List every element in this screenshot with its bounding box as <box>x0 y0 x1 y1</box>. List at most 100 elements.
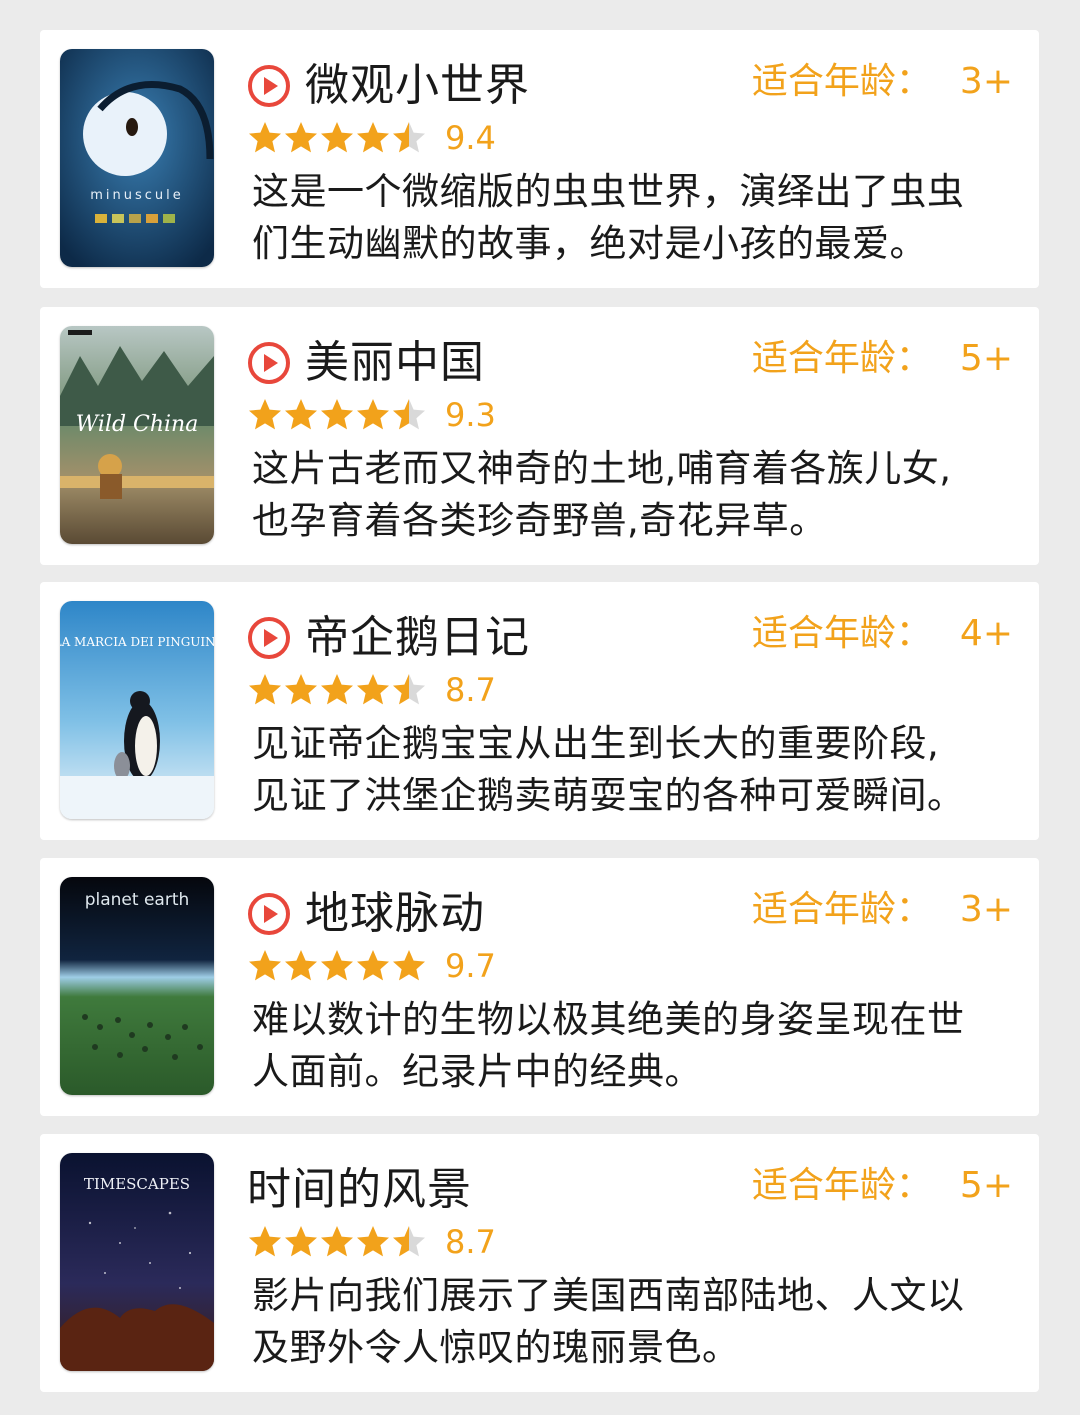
star-full-icon <box>249 950 281 981</box>
star-full-icon <box>357 1226 389 1257</box>
score: 9.7 <box>445 947 496 985</box>
movie-title[interactable]: 美丽中国 <box>305 335 485 391</box>
poster-title: planet earth <box>85 890 190 910</box>
star-full-icon <box>285 674 317 705</box>
play-icon[interactable] <box>247 64 291 108</box>
star-full-icon <box>285 950 317 981</box>
age-label: 适合年龄 <box>751 338 896 379</box>
play-icon[interactable] <box>247 616 291 660</box>
age-colon: ： <box>895 61 932 102</box>
play-icon[interactable] <box>247 892 291 936</box>
star-full-icon <box>393 950 425 981</box>
poster-image: minuscule <box>60 49 214 267</box>
star-full-icon <box>357 674 389 705</box>
age-value: 5+ <box>959 338 1013 379</box>
age-label: 适合年龄 <box>751 613 896 654</box>
movie-poster[interactable]: minuscule <box>60 49 214 267</box>
poster-title: TIMESCAPES <box>84 1175 190 1193</box>
movie-description: 这片古老而又神奇的土地,哺育着各族儿女, 也孕育着各类珍奇野兽,奇花异草。 <box>252 443 1042 547</box>
star-full-icon <box>249 674 281 705</box>
movie-title[interactable]: 帝企鹅日记 <box>305 610 530 666</box>
description-line: 人面前。纪录片中的经典。 <box>252 1050 702 1093</box>
movie-poster[interactable]: planet earth <box>60 877 214 1095</box>
age-rating: 适合年龄： 5+ <box>752 337 1013 381</box>
rating: 9.4 <box>247 118 496 158</box>
score: 8.7 <box>445 671 496 709</box>
age-value: 3+ <box>959 889 1013 930</box>
score: 9.4 <box>445 119 496 157</box>
rating: 9.7 <box>247 946 496 986</box>
star-half-icon <box>393 399 425 430</box>
description-line: 们生动幽默的故事，绝对是小孩的最爱。 <box>252 222 927 265</box>
age-rating: 适合年龄： 3+ <box>752 888 1013 932</box>
description-line: 这是一个微缩版的虫虫世界，演绎出了虫虫 <box>252 170 965 213</box>
star-half-icon <box>393 122 425 153</box>
movie-poster[interactable]: LA MARCIA DEI PINGUINI <box>60 601 214 819</box>
star-rating <box>247 1224 427 1260</box>
movie-poster[interactable]: TIMESCAPES <box>60 1153 214 1371</box>
star-full-icon <box>321 950 353 981</box>
star-rating <box>247 120 427 156</box>
age-colon: ： <box>895 889 932 930</box>
movie-card[interactable]: planet earth 地球脉动 适合年龄： 3+ 9.7 难以数计的生物以极其… <box>40 858 1039 1116</box>
age-colon: ： <box>895 1165 932 1206</box>
description-line: 这片古老而又神奇的土地,哺育着各族儿女, <box>252 447 952 490</box>
age-label: 适合年龄 <box>751 61 896 102</box>
movie-description: 这是一个微缩版的虫虫世界，演绎出了虫虫 们生动幽默的故事，绝对是小孩的最爱。 <box>252 166 1042 270</box>
movie-description: 见证帝企鹅宝宝从出生到长大的重要阶段, 见证了洪堡企鹅卖萌耍宝的各种可爱瞬间。 <box>252 718 1042 822</box>
score: 8.7 <box>445 1223 496 1261</box>
star-rating <box>247 672 427 708</box>
age-rating: 适合年龄： 3+ <box>752 60 1013 104</box>
description-line: 也孕育着各类珍奇野兽,奇花异草。 <box>252 499 827 542</box>
movie-title[interactable]: 微观小世界 <box>305 58 530 114</box>
movie-card[interactable]: LA MARCIA DEI PINGUINI 帝企鹅日记 适合年龄： 4+ 8.7… <box>40 582 1039 840</box>
poster-title: LA MARCIA DEI PINGUINI <box>60 635 214 649</box>
age-rating: 适合年龄： 4+ <box>752 612 1013 656</box>
star-full-icon <box>357 399 389 430</box>
poster-image: TIMESCAPES <box>60 1153 214 1371</box>
movie-card[interactable]: minuscule 微观小世界 适合年龄： 3+ 9.4 这是一个微缩版的虫虫世界… <box>40 30 1039 288</box>
star-full-icon <box>285 122 317 153</box>
description-line: 及野外令人惊叹的瑰丽景色。 <box>252 1326 740 1369</box>
star-full-icon <box>249 1226 281 1257</box>
description-line: 见证帝企鹅宝宝从出生到长大的重要阶段, <box>252 722 940 765</box>
poster-image: LA MARCIA DEI PINGUINI <box>60 601 214 819</box>
movie-description: 难以数计的生物以极其绝美的身姿呈现在世 人面前。纪录片中的经典。 <box>252 994 1042 1098</box>
star-full-icon <box>321 1226 353 1257</box>
star-half-icon <box>393 1226 425 1257</box>
star-full-icon <box>285 1226 317 1257</box>
play-icon[interactable] <box>247 341 291 385</box>
age-label: 适合年龄 <box>751 889 896 930</box>
star-full-icon <box>321 674 353 705</box>
star-rating <box>247 397 427 433</box>
rating: 8.7 <box>247 1222 496 1262</box>
age-colon: ： <box>895 613 932 654</box>
movie-title[interactable]: 时间的风景 <box>247 1162 472 1218</box>
poster-image: Wild China <box>60 326 214 544</box>
age-rating: 适合年龄： 5+ <box>752 1164 1013 1208</box>
poster-image: planet earth <box>60 877 214 1095</box>
poster-title: minuscule <box>90 188 184 203</box>
star-full-icon <box>357 122 389 153</box>
age-colon: ： <box>895 338 932 379</box>
movie-card[interactable]: Wild China 美丽中国 适合年龄： 5+ 9.3 这片古老而又神奇的土地,… <box>40 307 1039 565</box>
star-full-icon <box>249 399 281 430</box>
description-line: 见证了洪堡企鹅卖萌耍宝的各种可爱瞬间。 <box>252 774 965 817</box>
movie-card[interactable]: TIMESCAPES 时间的风景 适合年龄： 5+ 8.7 影片向我们展示了美国西… <box>40 1134 1039 1392</box>
star-full-icon <box>321 122 353 153</box>
star-half-icon <box>393 674 425 705</box>
star-full-icon <box>249 122 281 153</box>
movie-poster[interactable]: Wild China <box>60 326 214 544</box>
rating: 9.3 <box>247 395 496 435</box>
age-label: 适合年龄 <box>751 1165 896 1206</box>
age-value: 5+ <box>959 1165 1013 1206</box>
score: 9.3 <box>445 396 496 434</box>
poster-title: Wild China <box>76 412 199 437</box>
movie-title[interactable]: 地球脉动 <box>305 886 485 942</box>
age-value: 3+ <box>959 61 1013 102</box>
star-full-icon <box>357 950 389 981</box>
description-line: 影片向我们展示了美国西南部陆地、人文以 <box>252 1274 965 1317</box>
rating: 8.7 <box>247 670 496 710</box>
star-full-icon <box>285 399 317 430</box>
star-full-icon <box>321 399 353 430</box>
